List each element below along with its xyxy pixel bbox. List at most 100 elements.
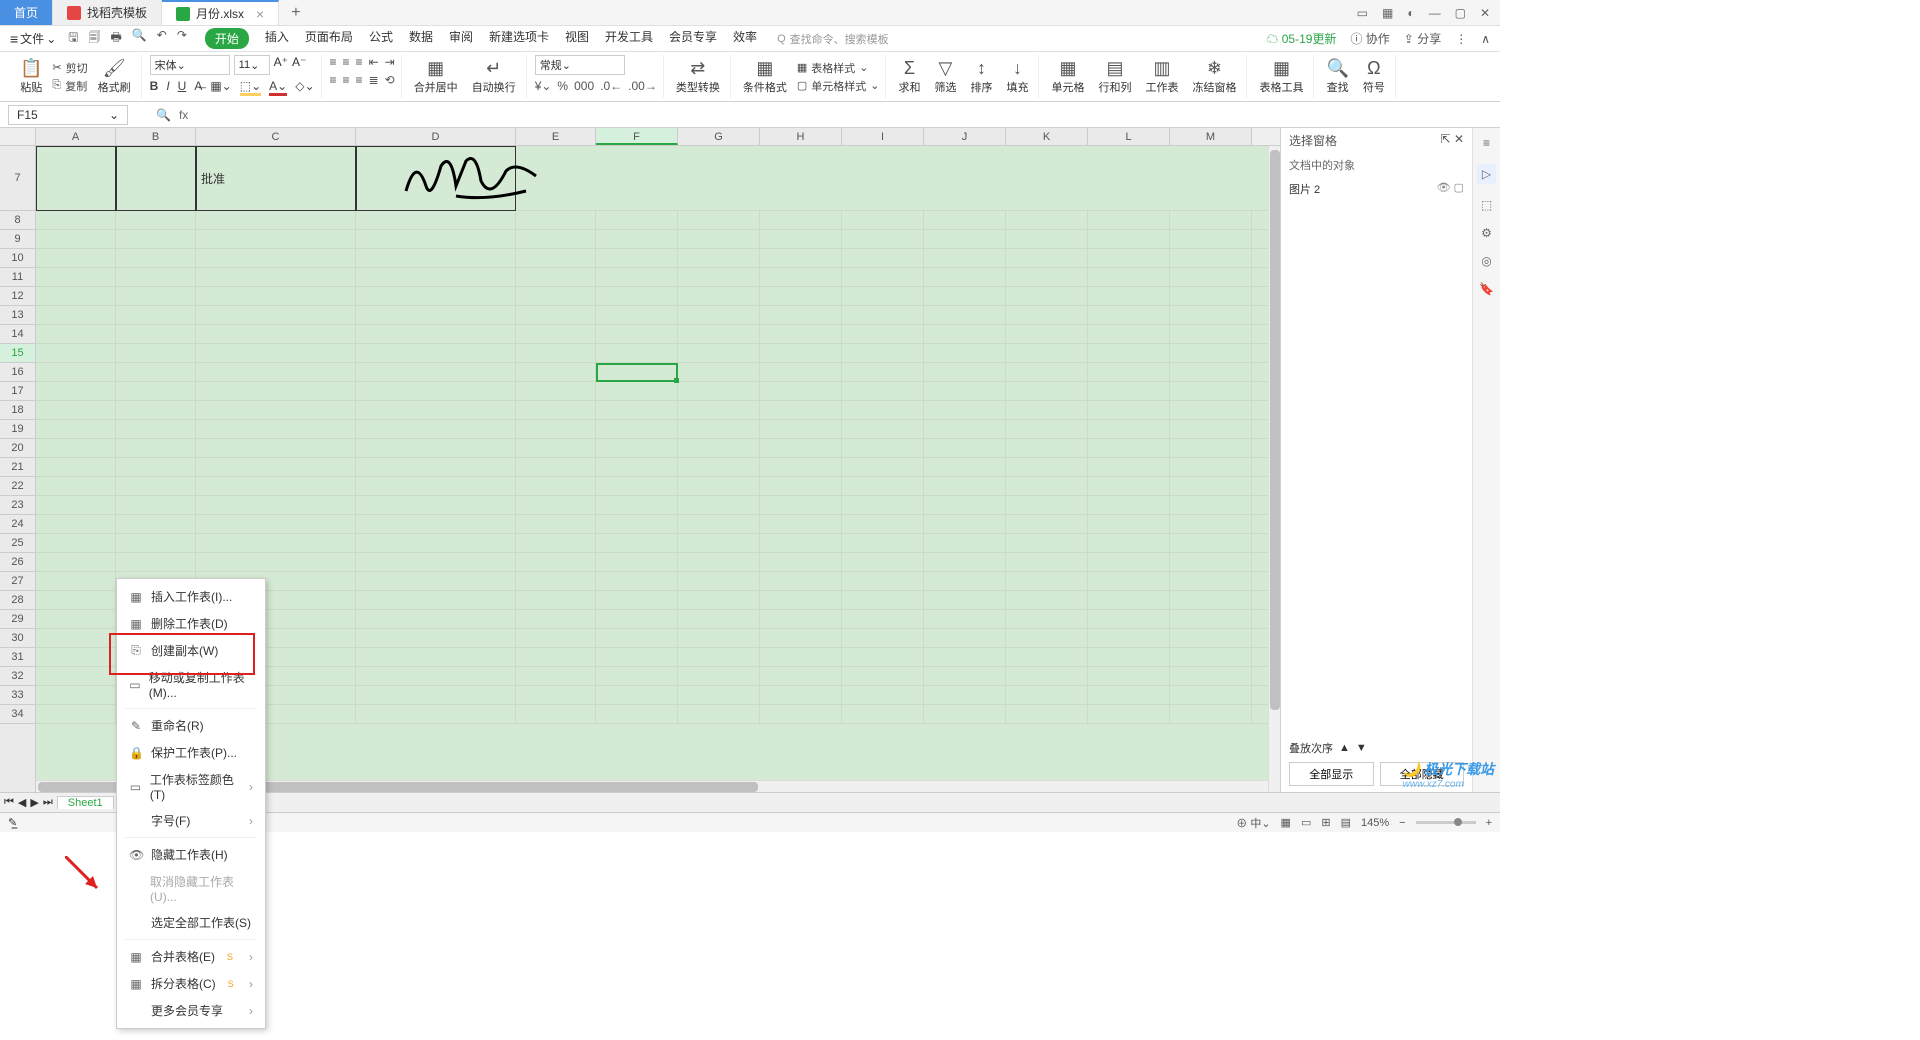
cell[interactable] bbox=[678, 591, 760, 609]
table-style-button[interactable]: ▦ 表格样式⌄ bbox=[797, 60, 880, 76]
cell[interactable] bbox=[36, 287, 116, 305]
cell[interactable] bbox=[1006, 363, 1088, 381]
layout-icon[interactable]: ▭ bbox=[1357, 6, 1368, 20]
cell[interactable] bbox=[924, 534, 1006, 552]
cell[interactable] bbox=[196, 230, 356, 248]
strike-icon[interactable]: A̶ bbox=[194, 79, 202, 96]
cell[interactable] bbox=[760, 572, 842, 590]
cell[interactable] bbox=[1006, 553, 1088, 571]
cell[interactable] bbox=[36, 534, 116, 552]
tab-templates[interactable]: 找稻壳模板 bbox=[53, 0, 162, 25]
percent-icon[interactable]: % bbox=[557, 79, 568, 93]
cell[interactable] bbox=[36, 325, 116, 343]
cell[interactable] bbox=[356, 667, 516, 685]
cell[interactable] bbox=[1170, 629, 1252, 647]
cell[interactable] bbox=[842, 439, 924, 457]
cell[interactable] bbox=[760, 382, 842, 400]
cell[interactable] bbox=[516, 629, 596, 647]
cell[interactable] bbox=[1088, 553, 1170, 571]
cell-style-button[interactable]: ▢ 单元格样式⌄ bbox=[797, 78, 880, 94]
indent-dec-icon[interactable]: ⇤ bbox=[369, 55, 379, 69]
cell[interactable] bbox=[516, 458, 596, 476]
cell[interactable] bbox=[842, 553, 924, 571]
cell[interactable] bbox=[678, 401, 760, 419]
view-normal-icon[interactable]: ▦ bbox=[1281, 816, 1291, 829]
cell[interactable] bbox=[760, 686, 842, 704]
pane-close-icon[interactable]: ✕ bbox=[1454, 132, 1464, 146]
convert-button[interactable]: ⇄类型转换 bbox=[672, 58, 724, 95]
cell[interactable] bbox=[36, 629, 116, 647]
cond-format-button[interactable]: ▦条件格式 bbox=[739, 58, 791, 95]
row-header[interactable]: 26 bbox=[0, 553, 35, 572]
cell[interactable] bbox=[1006, 211, 1088, 229]
cell[interactable] bbox=[356, 629, 516, 647]
cell[interactable] bbox=[596, 363, 678, 381]
cell[interactable] bbox=[678, 458, 760, 476]
cell[interactable] bbox=[1088, 591, 1170, 609]
side-bookmark-icon[interactable]: 🔖 bbox=[1479, 282, 1494, 296]
cell[interactable] bbox=[516, 515, 596, 533]
cell[interactable] bbox=[1088, 496, 1170, 514]
coop-button[interactable]: ⓘ 协作 bbox=[1350, 30, 1389, 47]
cell[interactable] bbox=[116, 401, 196, 419]
cell[interactable] bbox=[36, 572, 116, 590]
cell[interactable] bbox=[596, 325, 678, 343]
cell[interactable] bbox=[596, 610, 678, 628]
cell[interactable] bbox=[1088, 667, 1170, 685]
row-header[interactable]: 25 bbox=[0, 534, 35, 553]
cell[interactable] bbox=[924, 401, 1006, 419]
cell[interactable] bbox=[516, 496, 596, 514]
send-backward-icon[interactable]: ▼ bbox=[1356, 742, 1367, 754]
cell[interactable] bbox=[36, 591, 116, 609]
cell[interactable] bbox=[356, 230, 516, 248]
cell[interactable] bbox=[1170, 648, 1252, 666]
dec-dec-icon[interactable]: .00→ bbox=[628, 79, 657, 93]
cell[interactable] bbox=[1170, 439, 1252, 457]
font-size-select[interactable]: 11 ⌄ bbox=[234, 55, 270, 75]
cell[interactable] bbox=[678, 420, 760, 438]
cell[interactable] bbox=[842, 515, 924, 533]
cell[interactable] bbox=[356, 515, 516, 533]
tab-formula[interactable]: 公式 bbox=[369, 28, 393, 49]
cell[interactable] bbox=[924, 344, 1006, 362]
maximize-button[interactable]: ▢ bbox=[1455, 6, 1466, 20]
cell[interactable] bbox=[36, 686, 116, 704]
input-method-icon[interactable]: ⊕ 中⌄ bbox=[1236, 815, 1270, 831]
copy-button[interactable]: ⎘ 复制 bbox=[52, 78, 87, 94]
cell[interactable] bbox=[1006, 629, 1088, 647]
cell[interactable] bbox=[1006, 477, 1088, 495]
cell[interactable] bbox=[516, 287, 596, 305]
cell[interactable] bbox=[36, 458, 116, 476]
cell[interactable] bbox=[596, 553, 678, 571]
cell[interactable] bbox=[516, 439, 596, 457]
cell[interactable] bbox=[760, 534, 842, 552]
cell[interactable] bbox=[1006, 496, 1088, 514]
view-read-icon[interactable]: ▤ bbox=[1341, 816, 1351, 829]
cell[interactable] bbox=[1088, 382, 1170, 400]
font-name-select[interactable]: 宋体 ⌄ bbox=[150, 55, 230, 75]
col-header-D[interactable]: D bbox=[356, 128, 516, 145]
cell[interactable] bbox=[1088, 420, 1170, 438]
cell[interactable] bbox=[678, 230, 760, 248]
cell[interactable] bbox=[596, 705, 678, 723]
cell[interactable] bbox=[196, 515, 356, 533]
collapse-icon[interactable]: ∧ bbox=[1481, 32, 1490, 46]
rowcol-button[interactable]: ▤行和列 bbox=[1094, 58, 1135, 95]
row-header[interactable]: 33 bbox=[0, 686, 35, 705]
cell[interactable] bbox=[760, 591, 842, 609]
cell[interactable] bbox=[356, 458, 516, 476]
row-header[interactable]: 20 bbox=[0, 439, 35, 458]
row-header[interactable]: 7 bbox=[0, 146, 35, 211]
side-expand-icon[interactable]: ≡ bbox=[1483, 136, 1490, 150]
cell[interactable] bbox=[596, 629, 678, 647]
cell[interactable] bbox=[1170, 420, 1252, 438]
cell[interactable] bbox=[842, 572, 924, 590]
cell[interactable] bbox=[196, 344, 356, 362]
cell[interactable] bbox=[924, 363, 1006, 381]
cell[interactable] bbox=[1088, 629, 1170, 647]
cell[interactable] bbox=[678, 306, 760, 324]
cell[interactable] bbox=[842, 477, 924, 495]
cell[interactable] bbox=[1088, 515, 1170, 533]
tab-new[interactable]: 新建选项卡 bbox=[489, 28, 549, 49]
cell[interactable] bbox=[1088, 306, 1170, 324]
